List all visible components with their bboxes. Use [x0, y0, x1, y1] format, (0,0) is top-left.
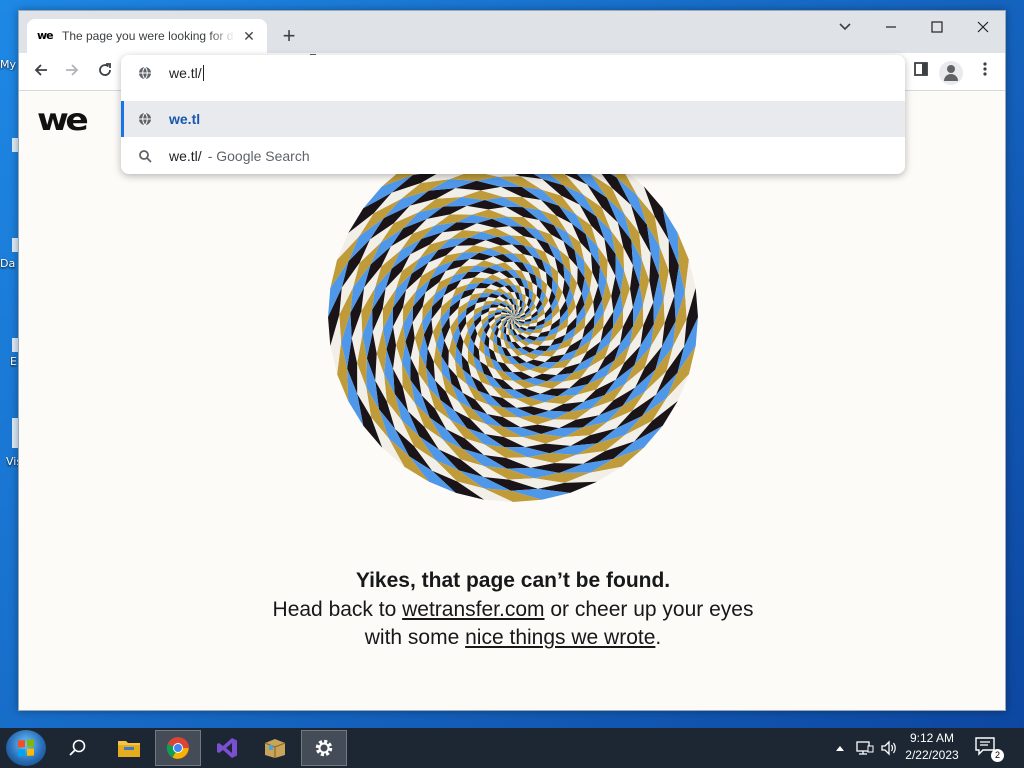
address-bar[interactable]: we.tl/: [121, 55, 905, 91]
maximize-button[interactable]: [921, 17, 953, 41]
wetransfer-link[interactable]: wetransfer.com: [402, 598, 544, 621]
search-icon[interactable]: [55, 730, 101, 766]
minimize-button[interactable]: [875, 17, 907, 41]
volume-icon[interactable]: [878, 728, 900, 768]
spiral-illustration: [328, 132, 698, 502]
tab-title: The page you were looking for doesn't ex…: [62, 29, 235, 43]
wetransfer-favicon-icon: we: [37, 29, 54, 42]
clock-date: 2/22/2023: [905, 748, 959, 762]
browser-tab[interactable]: we The page you were looking for doesn't…: [27, 19, 267, 53]
notification-count-badge: 2: [991, 749, 1004, 762]
package-app-icon[interactable]: [252, 730, 298, 766]
reload-icon[interactable]: [93, 61, 117, 83]
nice-things-link[interactable]: nice things we wrote: [465, 626, 655, 649]
close-window-button[interactable]: [967, 17, 999, 41]
message-text: .: [655, 626, 662, 649]
forward-arrow-icon[interactable]: [60, 61, 84, 83]
file-explorer-icon[interactable]: [106, 730, 152, 766]
suggestion-url-text: we.tl: [169, 111, 201, 127]
error-headline: Yikes, that page can’t be found.: [355, 569, 671, 592]
suggestion-url[interactable]: we.tl: [121, 101, 905, 137]
desktop-icon-label[interactable]: My: [0, 58, 18, 71]
error-message: Yikes, that page can’t be found. Head ba…: [269, 567, 757, 653]
tab-search-chevron-icon[interactable]: [829, 17, 861, 41]
profile-avatar-icon[interactable]: [939, 61, 963, 85]
wetransfer-logo[interactable]: we: [37, 103, 89, 138]
suggestion-search-sub: - Google Search: [207, 148, 310, 164]
globe-icon: [121, 112, 169, 126]
globe-icon: [121, 66, 169, 80]
taskbar: 9:12 AM 2/22/2023 2: [0, 728, 1024, 768]
clock[interactable]: 9:12 AM 2/22/2023: [898, 730, 966, 764]
network-icon[interactable]: [853, 728, 877, 768]
start-button[interactable]: [6, 730, 46, 766]
page-content: we Yikes, that page can’t be found. Head…: [19, 91, 1005, 710]
tab-strip: we The page you were looking for doesn't…: [19, 11, 1005, 53]
address-input[interactable]: we.tl/: [169, 65, 202, 81]
suggestion-search[interactable]: we.tl/ - Google Search: [121, 138, 905, 174]
back-arrow-icon[interactable]: [29, 61, 53, 83]
settings-gear-icon[interactable]: [301, 730, 347, 766]
notifications-icon[interactable]: 2: [974, 736, 1004, 762]
new-tab-button[interactable]: +: [277, 25, 301, 49]
message-text: Head back to: [272, 597, 403, 621]
search-icon: [121, 149, 169, 163]
visual-studio-icon[interactable]: [204, 730, 250, 766]
browser-window: we The page you were looking for doesn't…: [18, 10, 1006, 711]
side-panel-icon[interactable]: [909, 61, 933, 83]
omnibox-dropdown: we.tl/ we.tl we.tl/ - Google Search: [121, 55, 905, 174]
chrome-icon[interactable]: [155, 730, 201, 766]
text-cursor: [202, 65, 204, 81]
more-menu-icon[interactable]: [973, 61, 997, 83]
desktop-icon-label[interactable]: Da: [0, 257, 18, 270]
clock-time: 9:12 AM: [909, 731, 955, 745]
tray-overflow-icon[interactable]: [830, 728, 850, 768]
tab-close-icon[interactable]: ✕: [241, 28, 257, 44]
suggestion-search-text: we.tl/: [169, 148, 202, 164]
